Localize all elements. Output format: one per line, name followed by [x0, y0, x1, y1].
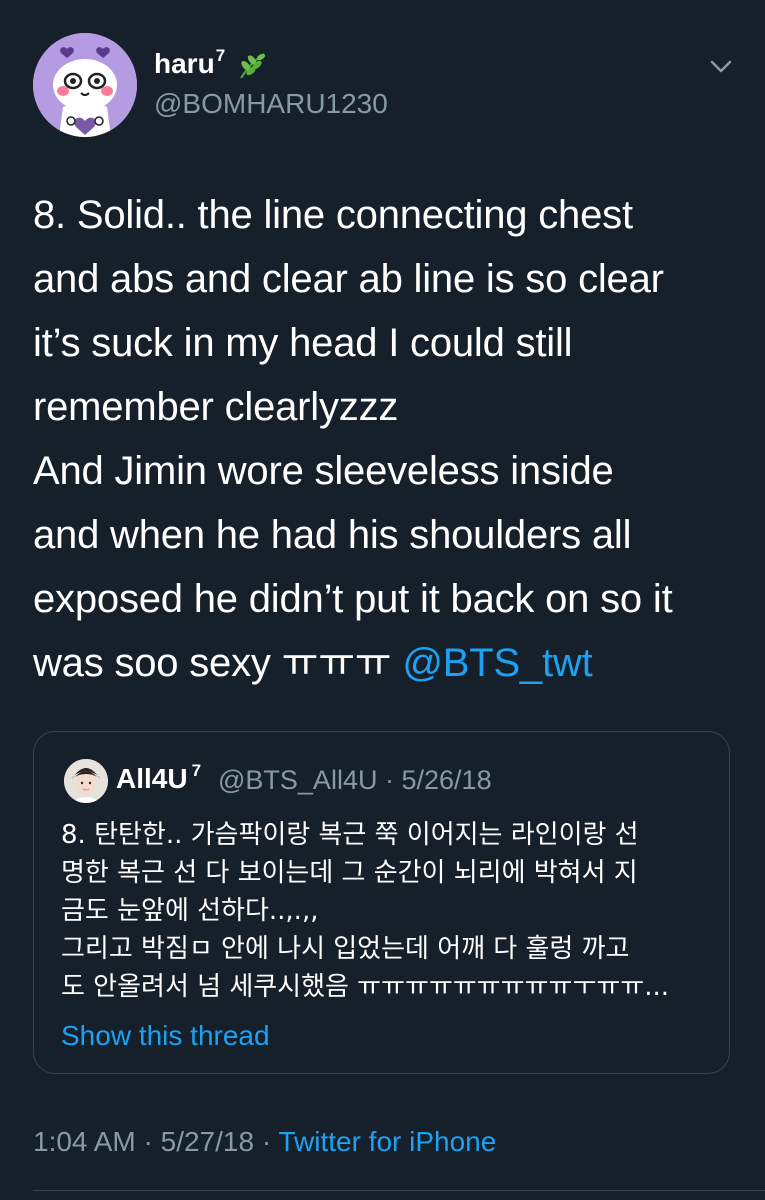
author-name-text: haru	[154, 48, 215, 79]
footer-separator: ·	[261, 1126, 272, 1157]
show-thread-link[interactable]: Show this thread	[61, 1020, 270, 1052]
divider	[33, 1190, 765, 1191]
tweet-footer: 1:04 AM · 5/27/18 · Twitter for iPhone	[33, 1126, 496, 1158]
herb-leaf-icon	[235, 51, 267, 81]
author-name-superscript: 7	[215, 46, 226, 65]
tweet-date: 5/27/18	[160, 1126, 255, 1157]
quoted-date: 5/26/18	[401, 765, 492, 795]
quoted-author-avatar	[64, 759, 108, 803]
quoted-author-superscript: 7	[191, 761, 202, 780]
quoted-handle: @BTS_All4U	[218, 765, 378, 795]
cartoon-avatar-icon	[33, 33, 137, 137]
mention-link[interactable]: @BTS_twt	[402, 641, 592, 685]
tweet-body-text: 8. Solid.. the line connecting chest and…	[33, 193, 673, 685]
person-avatar-icon	[64, 759, 108, 803]
tweet-source-link[interactable]: Twitter for iPhone	[278, 1126, 496, 1157]
quoted-meta: @BTS_All4U · 5/26/18	[218, 765, 492, 796]
quoted-tweet-text: 8. 탄탄한.. 가슴팍이랑 복근 쭉 이어지는 라인이랑 선 명한 복근 선 …	[61, 820, 670, 1002]
meta-separator: ·	[384, 765, 394, 795]
quoted-author-name: All4U 7	[116, 761, 202, 795]
author-display-name[interactable]: haru7	[154, 46, 267, 81]
author-handle[interactable]: @BOMHARU1230	[154, 88, 388, 120]
tweet-time: 1:04 AM	[33, 1126, 136, 1157]
quoted-author-name-text: All4U	[116, 763, 188, 794]
tweet-detail: haru7 @BOMHARU1230 8. Solid.. the line c…	[0, 0, 765, 1200]
chevron-down-icon[interactable]	[706, 54, 736, 78]
tweet-text: 8. Solid.. the line connecting chest and…	[33, 183, 738, 695]
footer-separator: ·	[143, 1126, 153, 1157]
author-avatar[interactable]	[33, 33, 137, 137]
quoted-tweet-card[interactable]: All4U 7 @BTS_All4U · 5/26/18 8. 탄탄한.. 가슴팍…	[33, 731, 730, 1074]
